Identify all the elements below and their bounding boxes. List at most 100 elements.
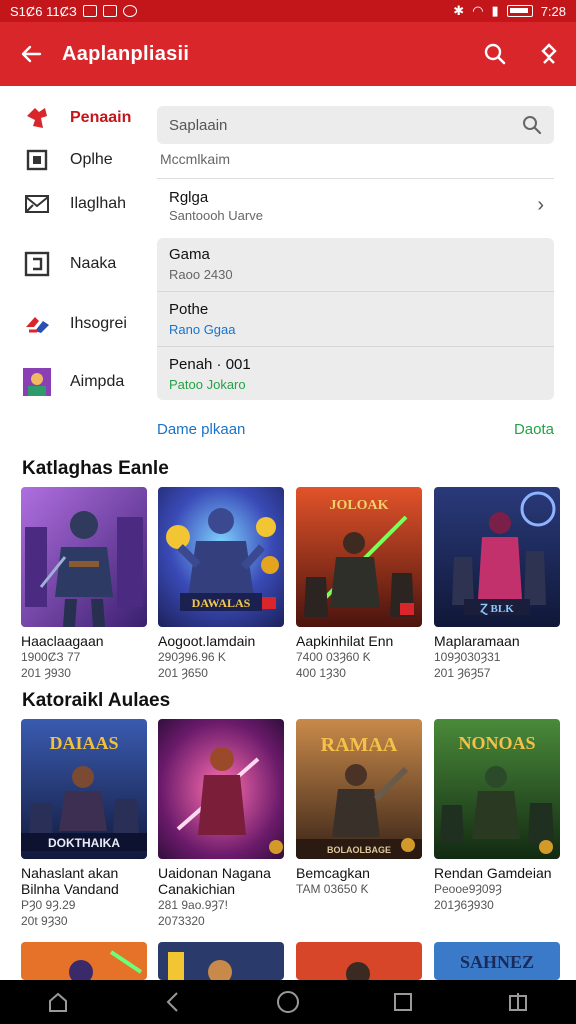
game-meta: 201Ȝ6Ȝ930 xyxy=(434,898,494,912)
game-card[interactable] xyxy=(296,942,422,980)
game-art: JOLOAK xyxy=(296,487,422,627)
side-menu: Penaain Oplhe Ilaglhah Naaka Ihsogrei Ai… xyxy=(0,96,150,406)
nav-back-button[interactable] xyxy=(143,980,203,1024)
notification-app-icon xyxy=(122,5,137,17)
game-meta: 290Ȝ96.96 K xyxy=(158,650,226,664)
game-name: Rendan Gamdeian xyxy=(434,865,552,881)
game-logo-text: DOKTHAIKA xyxy=(48,836,120,850)
more-link[interactable]: Dame plkaan xyxy=(157,421,245,438)
wifi-icon: ◠ xyxy=(472,3,484,18)
system-nav-bar xyxy=(0,980,576,1024)
circle-home-icon xyxy=(276,991,299,1013)
game-meta: 400 1Ȝ30 xyxy=(296,666,346,680)
game-meta: PȜ0 9Ȝ.29 xyxy=(21,898,76,912)
game-card[interactable]: DAIAAS DOKTHAIKA Nahaslant akan Bilnha V… xyxy=(21,719,147,929)
game-card[interactable]: Haaclaagaan 1900ȻЗ 77 201 Ȝ930 xyxy=(21,487,147,681)
menu-item-0[interactable]: Penaain xyxy=(0,96,150,140)
game-card[interactable]: JOLOAK Aapkinhilat Enn 7400 03Ȝ60 Ƙ 400 … xyxy=(296,487,422,681)
section-title: Katlaghas Eanle xyxy=(22,458,169,479)
nav-recents-button[interactable] xyxy=(373,980,433,1024)
nav-circle-button[interactable] xyxy=(258,980,318,1024)
app-bar: Aaplanpliasii xyxy=(0,22,576,86)
status-bar: S1Ȼ6 11ȻЗ ✱ ◠ ▮ 7:28 xyxy=(0,0,576,22)
row-subtitle: Santoooh Uarve xyxy=(169,208,263,223)
game-logo-text: DAWALAS xyxy=(192,596,251,610)
game-card[interactable]: DAWALAS Aogoot.lamdain 290Ȝ96.96 K 201 Ȝ… xyxy=(158,487,284,681)
menu-item-2[interactable]: Ilaglhah xyxy=(0,182,150,226)
game-art: SAHNEZ xyxy=(434,942,560,980)
game-logo-text: JOLOAK xyxy=(329,498,388,513)
list-row[interactable]: Penah · 001 Patoo Jokaro xyxy=(157,348,554,402)
search-bar[interactable] xyxy=(157,106,554,144)
game-card[interactable]: Uaidonan Nagana Canakichian 281 9ao.9Ȝ7!… xyxy=(158,719,284,929)
chevron-right-icon: › xyxy=(537,194,544,216)
mail-icon xyxy=(22,189,52,219)
game-art xyxy=(21,942,147,980)
divider xyxy=(157,346,554,347)
app-logo-icon xyxy=(22,103,52,133)
game-meta: 109Ȝ030Ȝ31 xyxy=(434,650,501,664)
menu-item-label: Aimpda xyxy=(70,373,125,390)
game-name: Bemcagkan xyxy=(296,865,370,881)
game-art: DAIAAS DOKTHAIKA xyxy=(21,719,147,859)
menu-item-label: Penaain xyxy=(70,109,132,126)
game-name: Aogoot.lamdain xyxy=(158,633,256,649)
square-icon xyxy=(22,145,52,175)
divider xyxy=(157,178,554,179)
tile-icon xyxy=(22,249,52,279)
list-row-first[interactable]: Rglga Santoooh Uarve › xyxy=(157,182,554,232)
notification-mail-icon xyxy=(82,5,97,17)
game-logo-text: RAMAA xyxy=(321,734,398,756)
game-logo-text: NONOAS xyxy=(458,733,535,753)
home-icon xyxy=(48,992,67,1012)
divider xyxy=(157,291,554,292)
search-icon[interactable] xyxy=(522,115,542,135)
back-icon xyxy=(166,992,178,1012)
row-title: Gama xyxy=(169,246,210,263)
nav-home-button[interactable] xyxy=(28,980,88,1024)
menu-item-4[interactable]: Ihsogrei xyxy=(0,302,150,346)
game-card[interactable]: NONOAS Rendan Gamdeian Peooe9Ȝ09Ȝ 201Ȝ6Ȝ… xyxy=(434,719,560,913)
row-title: Penah · 001 xyxy=(169,356,251,373)
game-card[interactable] xyxy=(21,942,147,980)
back-button[interactable] xyxy=(0,22,62,86)
menu-item-label: Ihsogrei xyxy=(70,315,127,332)
data-link[interactable]: Daota xyxy=(514,421,554,438)
game-meta: 281 9ao.9Ȝ7! xyxy=(158,898,228,912)
results-panel: Gama Raoo 2430 Pothe Rano Ggaa Penah · 0… xyxy=(157,238,554,400)
menu-item-1[interactable]: Oplhe xyxy=(0,138,150,182)
search-icon xyxy=(484,43,506,65)
game-art xyxy=(158,719,284,859)
game-meta: TAM 03650 Ƙ xyxy=(296,882,369,896)
row-subtitle: Raoo 2430 xyxy=(169,267,233,282)
row-title: Rglga xyxy=(169,189,209,206)
profile-swap-icon xyxy=(541,43,557,64)
game-name: Aapkinhilat Enn xyxy=(296,633,394,649)
game-meta: 20t 9Ȝ30 xyxy=(21,914,68,928)
game-name: Maplaramaan xyxy=(434,633,520,649)
game-card[interactable]: SAHNEZ xyxy=(434,942,560,980)
game-card[interactable]: RAMAA BOLAOLBAGE Bemcagkan TAM 03650 Ƙ xyxy=(296,719,422,897)
game-card[interactable] xyxy=(158,942,284,980)
profile-button[interactable] xyxy=(522,22,576,86)
game-art xyxy=(21,487,147,627)
game-meta: 7400 03Ȝ60 Ƙ xyxy=(296,650,371,664)
game-logo-text: BOLAOLBAGE xyxy=(327,845,391,855)
menu-item-3[interactable]: Naaka xyxy=(0,242,150,286)
avatar-icon xyxy=(22,367,52,397)
notification-image-icon xyxy=(102,5,117,17)
game-meta: 201 Ȝ930 xyxy=(21,666,71,680)
search-button[interactable] xyxy=(468,22,522,86)
nav-split-button[interactable] xyxy=(488,980,548,1024)
search-input[interactable] xyxy=(169,116,522,134)
arrow-back-icon xyxy=(21,45,42,63)
menu-item-5[interactable]: Aimpda xyxy=(0,360,150,404)
game-meta: Peooe9Ȝ09Ȝ xyxy=(434,882,502,896)
search-hint: Mccmlkaim xyxy=(160,151,230,167)
game-art: RAMAA BOLAOLBAGE xyxy=(296,719,422,859)
game-card[interactable]: Ɀ BLK Maplaramaan 109Ȝ030Ȝ31 201 Ȝ6Ȝ57 xyxy=(434,487,560,681)
game-meta: 1900ȻЗ 77 xyxy=(21,650,81,664)
list-row[interactable]: Gama Raoo 2430 xyxy=(157,238,554,292)
list-row[interactable]: Pothe Rano Ggaa xyxy=(157,293,554,347)
game-art xyxy=(296,942,422,980)
